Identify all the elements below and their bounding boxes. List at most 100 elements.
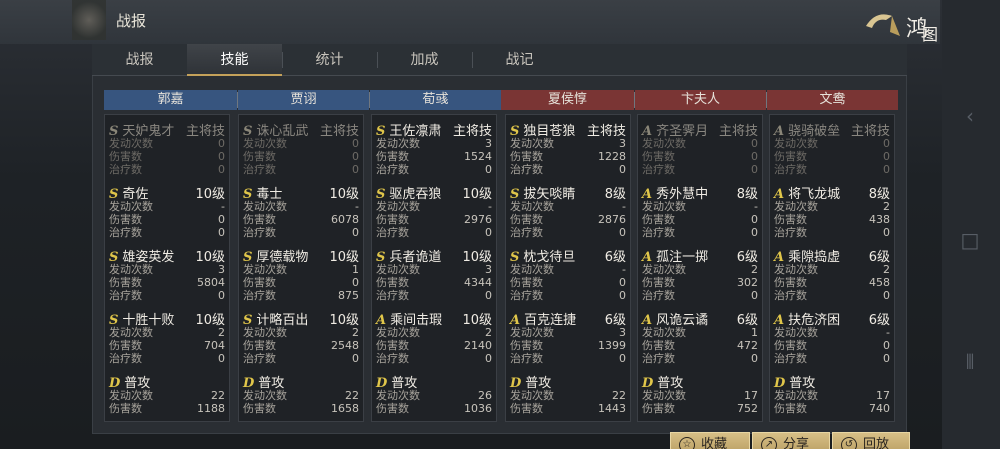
stat-row: 发动次数 22 — [243, 390, 361, 402]
skill-entry[interactable]: A 乘隙捣虚 6级 发动次数 2 伤害数 458 治疗数 0 — [770, 243, 896, 305]
stat-value: - — [754, 200, 758, 213]
stat-row: 伤害数 1658 — [243, 403, 361, 415]
stat-label: 治疗数 — [774, 289, 807, 302]
stat-value: - — [355, 200, 359, 213]
skill-entry[interactable]: A 风诡云谲 6级 发动次数 1 伤害数 472 治疗数 0 — [638, 306, 764, 368]
stat-label: 伤害数 — [243, 339, 276, 352]
stat-value: 0 — [883, 137, 890, 150]
stat-value: 0 — [751, 226, 758, 239]
stat-row: 治疗数 0 — [642, 290, 760, 302]
tab-battle-report[interactable]: 战报 — [92, 44, 187, 76]
stat-value: 0 — [485, 163, 492, 176]
stat-label: 治疗数 — [510, 226, 543, 239]
skill-entry[interactable]: S 独目苍狼 主将技 发动次数 3 伤害数 1228 治疗数 0 — [506, 117, 632, 179]
tab-statistics[interactable]: 统计 — [282, 44, 377, 76]
stat-row: 伤害数 2140 — [376, 340, 494, 352]
skill-entry[interactable]: S 毒士 10级 发动次数 - 伤害数 6078 治疗数 0 — [239, 180, 365, 242]
stat-label: 伤害数 — [376, 402, 409, 415]
stat-label: 发动次数 — [109, 137, 153, 150]
stat-row: 发动次数 2 — [774, 201, 892, 213]
stat-label: 治疗数 — [376, 352, 409, 365]
back-chevron-icon[interactable]: ‹ — [958, 104, 982, 128]
skill-entry[interactable]: D 普攻 发动次数 26 伤害数 1036 — [372, 369, 498, 431]
stat-value: 0 — [485, 289, 492, 302]
stat-row: 伤害数 0 — [243, 151, 361, 163]
stat-value: 0 — [751, 289, 758, 302]
replay-icon: ↺ — [841, 437, 857, 449]
stat-value: 17 — [876, 389, 890, 402]
stat-label: 治疗数 — [642, 289, 675, 302]
recent-apps-icon[interactable]: ⦀ — [958, 350, 982, 374]
skill-entry[interactable]: S 天妒鬼才 主将技 发动次数 0 伤害数 0 治疗数 0 — [105, 117, 231, 179]
skill-entry[interactable]: D 普攻 发动次数 22 伤害数 1443 — [506, 369, 632, 431]
skill-entry[interactable]: S 兵者诡道 10级 发动次数 3 伤害数 4344 治疗数 0 — [372, 243, 498, 305]
skill-entry[interactable]: D 普攻 发动次数 17 伤害数 740 — [770, 369, 896, 431]
replay-button[interactable]: ↺ 回放 — [832, 432, 910, 449]
skill-entry[interactable]: A 将飞龙城 8级 发动次数 2 伤害数 438 治疗数 0 — [770, 180, 896, 242]
skill-entry[interactable]: A 百克连捷 6级 发动次数 3 伤害数 1399 治疗数 0 — [506, 306, 632, 368]
stat-row: 伤害数 1399 — [510, 340, 628, 352]
skill-column: A 骁骑破垒 主将技 发动次数 0 伤害数 0 治疗数 0 A 将飞龙城 8级 发动次数 2 伤害数 438 治… — [769, 114, 895, 422]
skill-entry[interactable]: D 普攻 发动次数 17 伤害数 752 — [638, 369, 764, 431]
stat-value: 875 — [338, 289, 359, 302]
skill-entry[interactable]: A 齐圣霁月 主将技 发动次数 0 伤害数 0 治疗数 0 — [638, 117, 764, 179]
stat-label: 伤害数 — [510, 339, 543, 352]
skill-entry[interactable]: A 乘间击瑕 10级 发动次数 2 伤害数 2140 治疗数 0 — [372, 306, 498, 368]
stat-row: 伤害数 472 — [642, 340, 760, 352]
stat-row: 治疗数 0 — [243, 164, 361, 176]
skill-entry[interactable]: S 拔矢啖睛 8级 发动次数 - 伤害数 2876 治疗数 0 — [506, 180, 632, 242]
favorite-button[interactable]: ☆ 收藏 — [670, 432, 750, 449]
stat-row: 治疗数 0 — [510, 164, 628, 176]
skill-entry[interactable]: S 诛心乱武 主将技 发动次数 0 伤害数 0 治疗数 0 — [239, 117, 365, 179]
stat-row: 发动次数 - — [510, 201, 628, 213]
stat-row: 伤害数 2876 — [510, 214, 628, 226]
stat-label: 治疗数 — [109, 163, 142, 176]
stat-row: 发动次数 2 — [642, 264, 760, 276]
stat-value: 2548 — [331, 339, 359, 352]
stat-value: 2 — [883, 263, 890, 276]
stat-value: 2140 — [464, 339, 492, 352]
skill-entry[interactable]: S 枕戈待旦 6级 发动次数 - 伤害数 0 治疗数 0 — [506, 243, 632, 305]
stat-row: 发动次数 3 — [376, 138, 494, 150]
skill-entry[interactable]: A 扶危济困 6级 发动次数 - 伤害数 0 治疗数 0 — [770, 306, 896, 368]
skill-entry[interactable]: A 秀外慧中 8级 发动次数 - 伤害数 0 治疗数 0 — [638, 180, 764, 242]
tab-skills[interactable]: 技能 — [187, 44, 282, 76]
skill-header: A 秀外慧中 8级 — [642, 183, 762, 202]
skill-entry[interactable]: S 计略百出 10级 发动次数 2 伤害数 2548 治疗数 0 — [239, 306, 365, 368]
skill-entry[interactable]: S 驱虎吞狼 10级 发动次数 - 伤害数 2976 治疗数 0 — [372, 180, 498, 242]
tab-battle-log[interactable]: 战记 — [472, 44, 567, 76]
stat-label: 发动次数 — [510, 326, 554, 339]
general-header-4: 夏侯惇 — [501, 90, 634, 110]
stat-row: 伤害数 438 — [774, 214, 892, 226]
skill-entry[interactable]: S 十胜十败 10级 发动次数 2 伤害数 704 治疗数 0 — [105, 306, 231, 368]
skill-entry[interactable]: S 王佐凛肃 主将技 发动次数 3 伤害数 1524 治疗数 0 — [372, 117, 498, 179]
stat-value: 3 — [218, 263, 225, 276]
stat-label: 伤害数 — [510, 276, 543, 289]
tab-bonus[interactable]: 加成 — [377, 44, 472, 76]
stat-label: 伤害数 — [243, 213, 276, 226]
skill-header: S 兵者诡道 10级 — [376, 246, 496, 265]
stat-label: 治疗数 — [243, 226, 276, 239]
stat-row: 发动次数 22 — [109, 390, 227, 402]
skill-entry[interactable]: S 厚德载物 10级 发动次数 1 伤害数 0 治疗数 875 — [239, 243, 365, 305]
stat-value: 0 — [218, 289, 225, 302]
skill-header: S 独目苍狼 主将技 — [510, 120, 630, 139]
skill-entry[interactable]: D 普攻 发动次数 22 伤害数 1188 — [105, 369, 231, 431]
stat-label: 伤害数 — [642, 150, 675, 163]
share-button[interactable]: ↗ 分享 — [752, 432, 830, 449]
skill-entry[interactable]: D 普攻 发动次数 22 伤害数 1658 — [239, 369, 365, 431]
stat-label: 发动次数 — [109, 326, 153, 339]
skill-entry[interactable]: S 雄姿英发 10级 发动次数 3 伤害数 5804 治疗数 0 — [105, 243, 231, 305]
skill-entry[interactable]: S 奇佐 10级 发动次数 - 伤害数 0 治疗数 0 — [105, 180, 231, 242]
star-icon: ☆ — [679, 437, 695, 449]
stat-label: 治疗数 — [109, 352, 142, 365]
stat-label: 发动次数 — [376, 200, 420, 213]
stat-value: 0 — [218, 352, 225, 365]
skill-entry[interactable]: A 孤注一掷 6级 发动次数 2 伤害数 302 治疗数 0 — [638, 243, 764, 305]
stat-value: 17 — [744, 389, 758, 402]
home-square-icon[interactable]: □ — [958, 228, 982, 252]
stat-label: 发动次数 — [510, 137, 554, 150]
stat-value: 5804 — [197, 276, 225, 289]
skill-entry[interactable]: A 骁骑破垒 主将技 发动次数 0 伤害数 0 治疗数 0 — [770, 117, 896, 179]
stat-row: 治疗数 0 — [243, 353, 361, 365]
